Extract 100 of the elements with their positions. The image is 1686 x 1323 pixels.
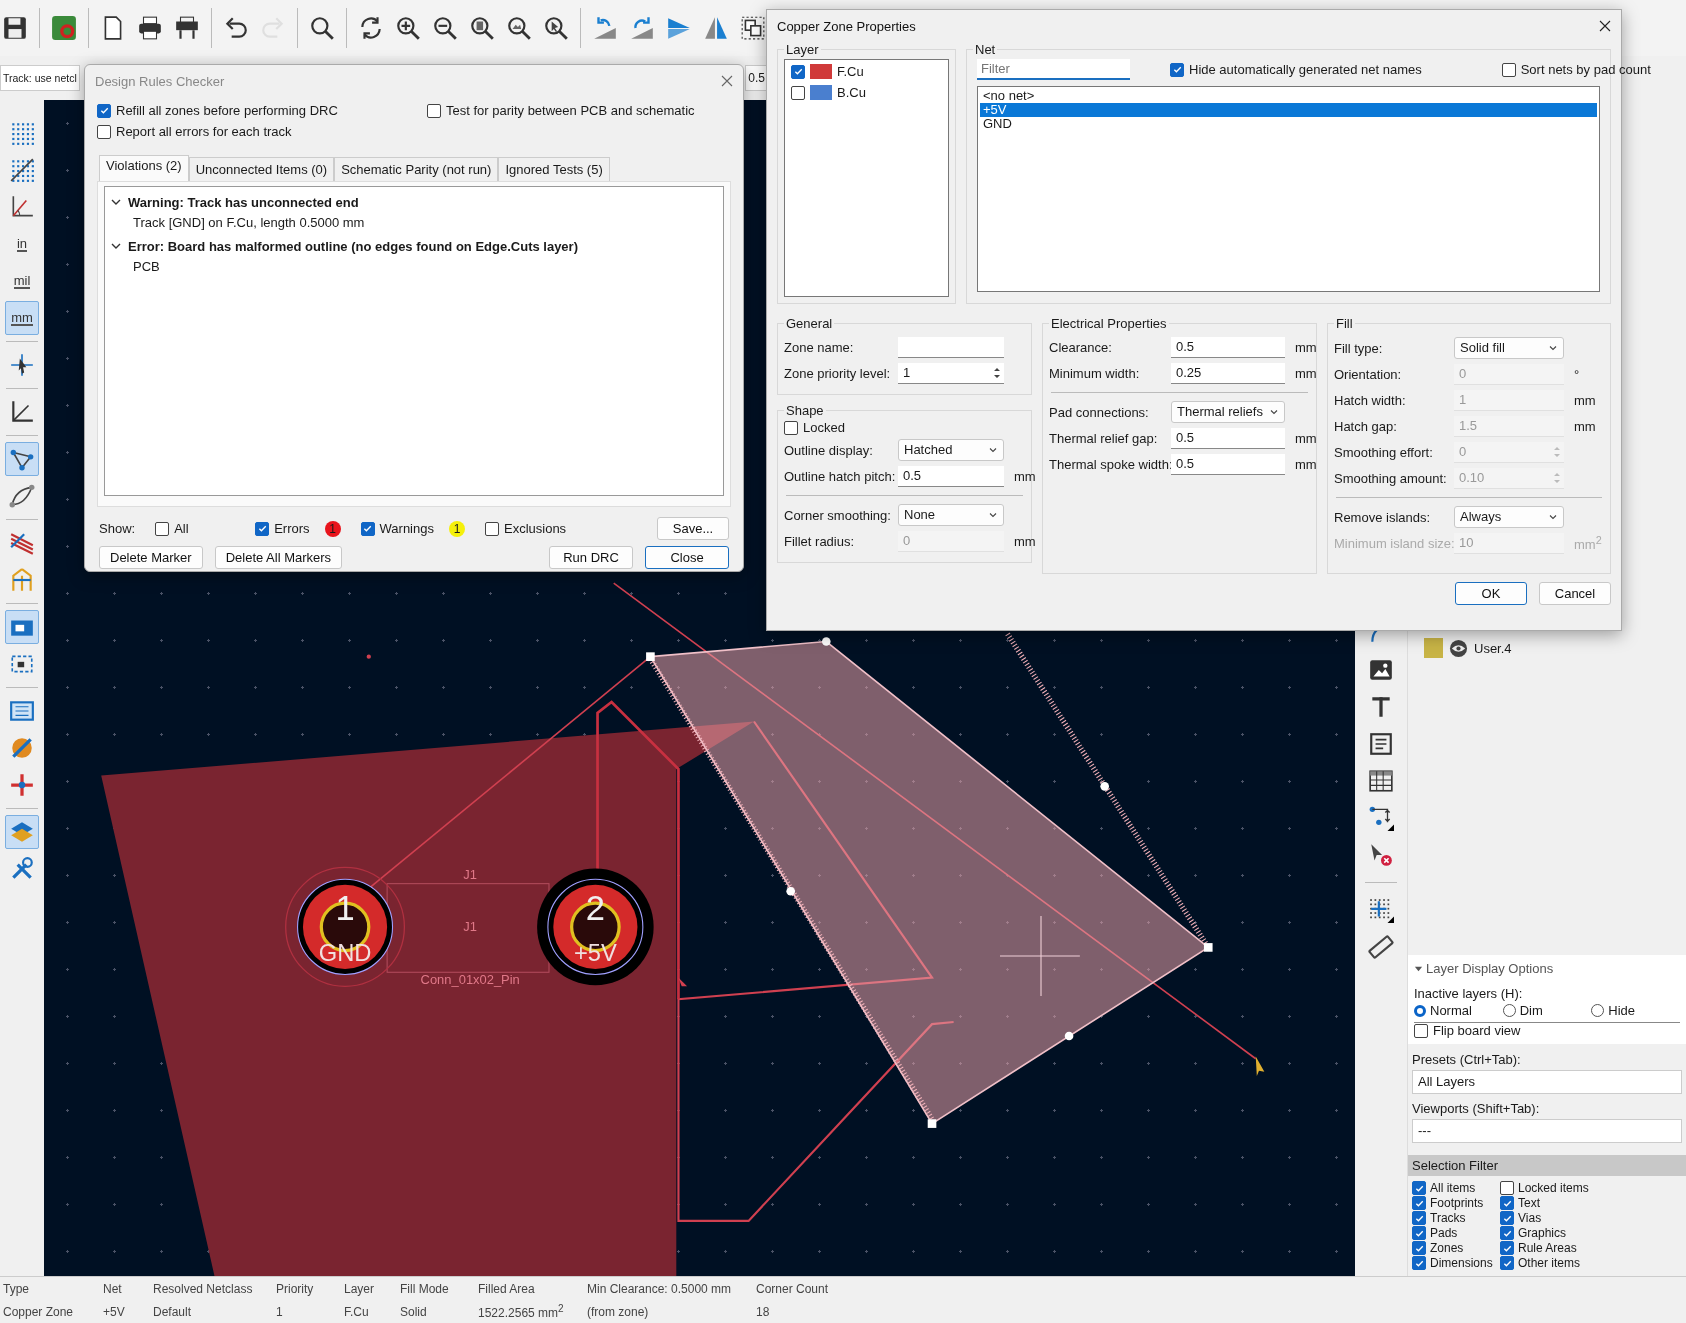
input-field[interactable]: 0.25 [1171, 363, 1285, 384]
grid-origin-icon[interactable] [1368, 897, 1394, 923]
input-field[interactable] [898, 337, 1004, 358]
dropdown[interactable]: None [898, 504, 1004, 526]
text-box-icon[interactable] [1368, 731, 1394, 757]
dialog-button[interactable]: OK [1455, 582, 1527, 605]
zoom-selection-icon[interactable] [543, 15, 569, 41]
input-field[interactable]: 0.5 [898, 466, 1004, 487]
plotter-icon[interactable] [174, 15, 200, 41]
zoom-out-icon[interactable] [432, 15, 458, 41]
zone-toggle[interactable] [5, 610, 39, 644]
checkbox[interactable] [97, 103, 111, 118]
radio-button[interactable] [1414, 1004, 1426, 1017]
input-field[interactable]: 0.5 [1171, 454, 1285, 475]
caret-icon[interactable] [1414, 964, 1423, 973]
radio-button[interactable] [1502, 1004, 1516, 1017]
violation-title[interactable]: Error: Board has malformed outline (no edges found on Edge.Cuts layer) [128, 238, 578, 254]
checkbox[interactable] [427, 103, 441, 118]
spin-arrows-icon[interactable] [992, 365, 1002, 381]
dropdown[interactable]: Always [1454, 506, 1564, 528]
edit-handle[interactable] [1203, 943, 1213, 952]
width-field[interactable]: 0.5 [745, 65, 768, 91]
close-icon[interactable] [1599, 20, 1611, 32]
checkbox[interactable] [1500, 1196, 1514, 1210]
edit-handle[interactable] [1100, 782, 1109, 791]
ratsnest-toggle[interactable] [5, 442, 39, 476]
checkbox[interactable] [484, 521, 499, 536]
delete-cursor-icon[interactable] [1368, 842, 1394, 868]
checkbox[interactable] [784, 420, 798, 435]
spin-field[interactable]: 1 [898, 363, 1004, 384]
edit-handle[interactable] [646, 652, 655, 661]
input-field[interactable]: 0.5 [1171, 337, 1285, 358]
tab[interactable]: Violations (2) [99, 155, 189, 181]
save-icon[interactable] [2, 15, 28, 41]
checkbox[interactable] [1412, 1241, 1426, 1255]
checkbox[interactable] [255, 521, 270, 536]
checkbox[interactable] [1414, 1023, 1428, 1038]
violation-item[interactable]: PCB [105, 257, 723, 279]
ruler-icon[interactable] [1368, 934, 1394, 960]
dropdown[interactable]: Solid fill [1454, 337, 1564, 359]
checkbox[interactable] [155, 521, 170, 536]
layer-stack-toggle[interactable] [5, 815, 39, 849]
checkbox[interactable] [1412, 1211, 1426, 1225]
checkbox[interactable] [1412, 1181, 1426, 1195]
checkbox[interactable] [360, 521, 375, 536]
checkbox[interactable] [1500, 1256, 1514, 1270]
checkbox[interactable] [97, 124, 111, 139]
checkbox[interactable] [1412, 1196, 1426, 1210]
collapsible-header[interactable]: Layer Display Options [1414, 959, 1680, 984]
checkbox[interactable] [1412, 1226, 1426, 1240]
presets-dropdown[interactable]: All Layers [1412, 1070, 1682, 1094]
edit-handle[interactable] [927, 1119, 937, 1128]
delete-button[interactable]: Delete All Markers [214, 546, 343, 569]
checkbox[interactable] [1170, 62, 1184, 77]
dialog-button[interactable]: Run DRC [549, 546, 633, 569]
save-button[interactable]: Save... [657, 517, 729, 540]
layer-name[interactable]: User.4 [1474, 640, 1512, 656]
tab[interactable]: Unconnected Items (0) [188, 157, 335, 181]
dialog-button[interactable]: Cancel [1539, 582, 1611, 605]
dialog-button[interactable]: Close [645, 546, 729, 569]
tab[interactable]: Schematic Parity (not run) [334, 157, 499, 181]
delete-button[interactable]: Delete Marker [99, 546, 203, 569]
checkbox[interactable] [791, 85, 805, 100]
checkbox[interactable] [1500, 1211, 1514, 1225]
refresh-icon[interactable] [358, 15, 384, 41]
mirror-icon[interactable] [703, 15, 729, 41]
checkbox[interactable] [1501, 62, 1516, 77]
undo-icon[interactable] [223, 15, 249, 41]
layer-name[interactable]: F.Cu [837, 64, 864, 79]
group-icon[interactable] [740, 15, 766, 41]
checkbox[interactable] [791, 64, 805, 79]
edit-handle[interactable] [786, 886, 795, 896]
image-icon[interactable] [1368, 657, 1394, 683]
net-list-item[interactable]: +5V [980, 103, 1597, 117]
unit-toggle[interactable]: in [5, 227, 39, 261]
violation-item[interactable]: Track [GND] on F.Cu, length 0.5000 mm [105, 213, 723, 235]
net-list-item[interactable]: <no net> [980, 89, 1597, 103]
edit-handle[interactable] [1064, 1031, 1074, 1041]
search-icon[interactable] [309, 15, 335, 41]
board-gear-icon[interactable] [51, 15, 77, 41]
flip-icon[interactable] [666, 15, 692, 41]
rotate-ccw-icon[interactable] [592, 15, 618, 41]
viewports-dropdown[interactable]: --- [1412, 1119, 1682, 1143]
chevron-icon[interactable] [111, 241, 121, 251]
checkbox[interactable] [1500, 1181, 1514, 1195]
violation-title[interactable]: Warning: Track has unconnected end [128, 194, 359, 210]
checkbox[interactable] [1412, 1256, 1426, 1270]
chevron-icon[interactable] [111, 197, 121, 207]
table-icon[interactable] [1368, 768, 1394, 794]
unit-toggle[interactable]: mil [5, 264, 39, 298]
layer-color-swatch[interactable] [1424, 638, 1443, 658]
dimension-icon[interactable] [1368, 805, 1394, 831]
radio-button[interactable] [1591, 1004, 1605, 1017]
dropdown[interactable]: Thermal reliefs [1171, 401, 1285, 423]
track-width-dropdown[interactable]: Track: use netcl [0, 65, 80, 91]
rotate-cw-icon[interactable] [629, 15, 655, 41]
unit-toggle[interactable]: mm [5, 301, 39, 335]
checkbox[interactable] [1500, 1226, 1514, 1240]
input-field[interactable]: 0.5 [1171, 428, 1285, 449]
layer-name[interactable]: B.Cu [837, 85, 866, 100]
